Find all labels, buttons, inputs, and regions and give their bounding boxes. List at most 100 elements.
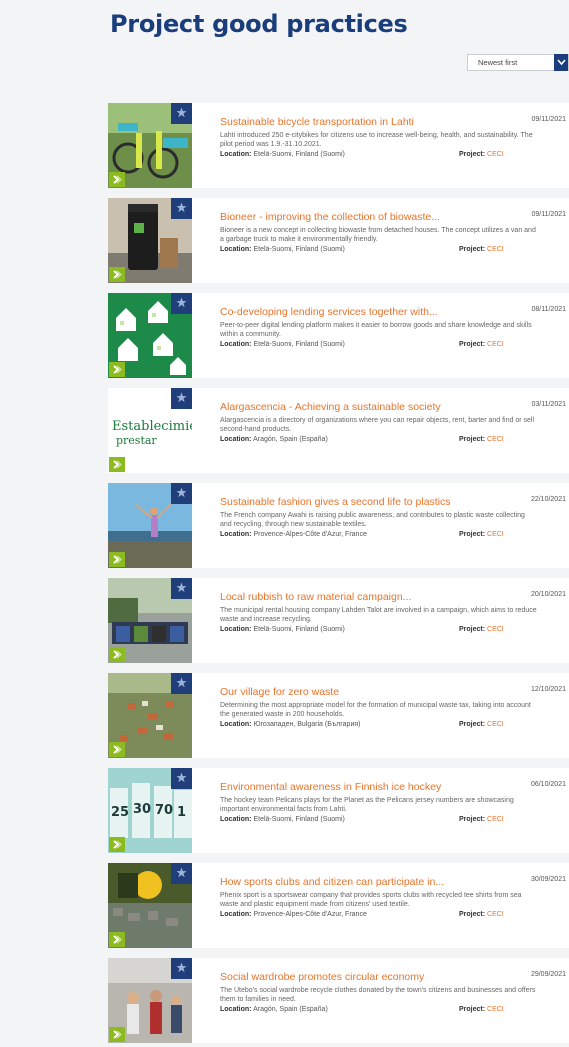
star-icon bbox=[171, 673, 192, 694]
svg-text:1: 1 bbox=[177, 805, 186, 820]
practice-thumbnail[interactable] bbox=[108, 578, 192, 663]
practice-thumbnail[interactable] bbox=[108, 198, 192, 283]
arrow-right-icon[interactable] bbox=[109, 172, 125, 187]
location-value: Aragón, Spain (España) bbox=[253, 1006, 328, 1013]
project-link[interactable]: CECI bbox=[487, 341, 504, 348]
practice-title[interactable]: Our village for zero waste bbox=[220, 686, 339, 698]
practice-thumbnail[interactable] bbox=[108, 863, 192, 948]
star-icon bbox=[171, 483, 192, 504]
practice-thumbnail[interactable] bbox=[108, 958, 192, 1043]
practice-meta: Location: Aragón, Spain (España) Project… bbox=[220, 1006, 560, 1016]
location-value: Югозападен, Bulgaria (България) bbox=[253, 721, 361, 728]
practice-date: 22/10/2021 bbox=[530, 496, 566, 503]
practice-description: The Utebo's social wardrobe recycle clot… bbox=[220, 987, 536, 1003]
practice-title[interactable]: Co-developing lending services together … bbox=[220, 306, 438, 318]
arrow-right-icon[interactable] bbox=[109, 647, 125, 662]
location-field: Location: Aragón, Spain (España) bbox=[220, 436, 328, 443]
project-link[interactable]: CECI bbox=[487, 721, 504, 728]
practice-description: Lahti introduced 250 e-citybikes for cit… bbox=[220, 132, 533, 148]
star-icon bbox=[171, 293, 192, 314]
location-field: Location: Aragón, Spain (España) bbox=[220, 1006, 328, 1013]
practice-thumbnail[interactable]: 25 30 70 1 bbox=[108, 768, 192, 853]
project-label: Project: bbox=[459, 151, 486, 158]
practice-title[interactable]: How sports clubs and citizen can partici… bbox=[220, 876, 444, 888]
project-link[interactable]: CECI bbox=[487, 816, 504, 823]
practice-card[interactable]: 25 30 70 1 Environmental awareness in Finni… bbox=[108, 768, 569, 853]
page: Project good practices Newest first Sust… bbox=[0, 0, 569, 1047]
practice-date: 20/10/2021 bbox=[530, 591, 566, 598]
practice-date: 30/09/2021 bbox=[530, 876, 566, 883]
location-label: Location: bbox=[220, 1006, 252, 1013]
svg-text:25: 25 bbox=[111, 805, 129, 820]
practice-thumbnail[interactable] bbox=[108, 673, 192, 758]
practice-card[interactable]: Social wardrobe promotes circular econom… bbox=[108, 958, 569, 1043]
project-label: Project: bbox=[459, 531, 486, 538]
practice-date: 09/11/2021 bbox=[531, 211, 566, 218]
practice-title[interactable]: Bioneer - improving the collection of bi… bbox=[220, 211, 440, 223]
arrow-right-icon[interactable] bbox=[109, 457, 125, 472]
project-field: Project: CECI bbox=[459, 436, 504, 443]
location-field: Location: Etelä-Suomi, Finland (Suomi) bbox=[220, 626, 345, 633]
project-field: Project: CECI bbox=[459, 911, 504, 918]
location-value: Etelä-Suomi, Finland (Suomi) bbox=[253, 341, 345, 348]
practice-meta: Location: Югозападен, Bulgaria (България… bbox=[220, 721, 560, 731]
practice-title[interactable]: Environmental awareness in Finnish ice h… bbox=[220, 781, 441, 793]
practice-card[interactable]: Local rubbish to raw material campaign..… bbox=[108, 578, 569, 663]
location-value: Provence-Alpes-Côte d'Azur, France bbox=[253, 531, 367, 538]
practice-title[interactable]: Social wardrobe promotes circular econom… bbox=[220, 971, 424, 983]
chevron-down-icon[interactable] bbox=[554, 54, 568, 71]
project-field: Project: CECI bbox=[459, 816, 504, 823]
location-label: Location: bbox=[220, 246, 252, 253]
sort-select[interactable]: Newest first bbox=[467, 54, 569, 71]
project-field: Project: CECI bbox=[459, 626, 504, 633]
practice-card[interactable]: Sustainable fashion gives a second life … bbox=[108, 483, 569, 568]
project-link[interactable]: CECI bbox=[487, 246, 504, 253]
project-link[interactable]: CECI bbox=[487, 436, 504, 443]
practice-card[interactable]: Bioneer - improving the collection of bi… bbox=[108, 198, 569, 283]
practice-thumbnail[interactable] bbox=[108, 293, 192, 378]
arrow-right-icon[interactable] bbox=[109, 362, 125, 377]
star-icon bbox=[171, 388, 192, 409]
location-label: Location: bbox=[220, 531, 252, 538]
practice-thumbnail[interactable] bbox=[108, 103, 192, 188]
arrow-right-icon[interactable] bbox=[109, 552, 125, 567]
practice-title[interactable]: Sustainable bicycle transportation in La… bbox=[220, 116, 414, 128]
practice-card[interactable]: Our village for zero waste 12/10/2021 De… bbox=[108, 673, 569, 758]
practice-description: Peer-to-peer digital lending platform ma… bbox=[220, 322, 532, 338]
svg-text:prestar: prestar bbox=[116, 434, 157, 447]
project-label: Project: bbox=[459, 246, 486, 253]
project-link[interactable]: CECI bbox=[487, 911, 504, 918]
practice-card[interactable]: Sustainable bicycle transportation in La… bbox=[108, 103, 569, 188]
practice-date: 09/11/2021 bbox=[531, 116, 566, 123]
practice-meta: Location: Etelä-Suomi, Finland (Suomi) P… bbox=[220, 816, 560, 826]
practice-title[interactable]: Sustainable fashion gives a second life … bbox=[220, 496, 451, 508]
project-link[interactable]: CECI bbox=[487, 151, 504, 158]
arrow-right-icon[interactable] bbox=[109, 837, 125, 852]
practice-description: Alargascencia is a directory of organiza… bbox=[220, 417, 534, 433]
practice-thumbnail[interactable]: Establecimientos de prestar bbox=[108, 388, 192, 473]
project-label: Project: bbox=[459, 911, 486, 918]
practice-card[interactable]: How sports clubs and citizen can partici… bbox=[108, 863, 569, 948]
practice-title[interactable]: Alargascencia - Achieving a sustainable … bbox=[220, 401, 441, 413]
project-label: Project: bbox=[459, 721, 486, 728]
arrow-right-icon[interactable] bbox=[109, 742, 125, 757]
practice-card[interactable]: Co-developing lending services together … bbox=[108, 293, 569, 378]
project-link[interactable]: CECI bbox=[487, 1006, 504, 1013]
practice-title[interactable]: Local rubbish to raw material campaign..… bbox=[220, 591, 411, 603]
svg-text:30: 30 bbox=[133, 802, 151, 817]
practice-card[interactable]: Establecimientos de prestar Alargascenci… bbox=[108, 388, 569, 473]
project-field: Project: CECI bbox=[459, 1006, 504, 1013]
location-value: Provence-Alpes-Côte d'Azur, France bbox=[253, 911, 367, 918]
location-label: Location: bbox=[220, 341, 252, 348]
location-field: Location: Etelä-Suomi, Finland (Suomi) bbox=[220, 341, 345, 348]
practice-meta: Location: Provence-Alpes-Côte d'Azur, Fr… bbox=[220, 911, 560, 921]
arrow-right-icon[interactable] bbox=[109, 932, 125, 947]
star-icon bbox=[171, 198, 192, 219]
project-label: Project: bbox=[459, 341, 486, 348]
arrow-right-icon[interactable] bbox=[109, 267, 125, 282]
practice-thumbnail[interactable] bbox=[108, 483, 192, 568]
project-link[interactable]: CECI bbox=[487, 531, 504, 538]
project-link[interactable]: CECI bbox=[487, 626, 504, 633]
arrow-right-icon[interactable] bbox=[109, 1027, 125, 1042]
location-label: Location: bbox=[220, 151, 252, 158]
